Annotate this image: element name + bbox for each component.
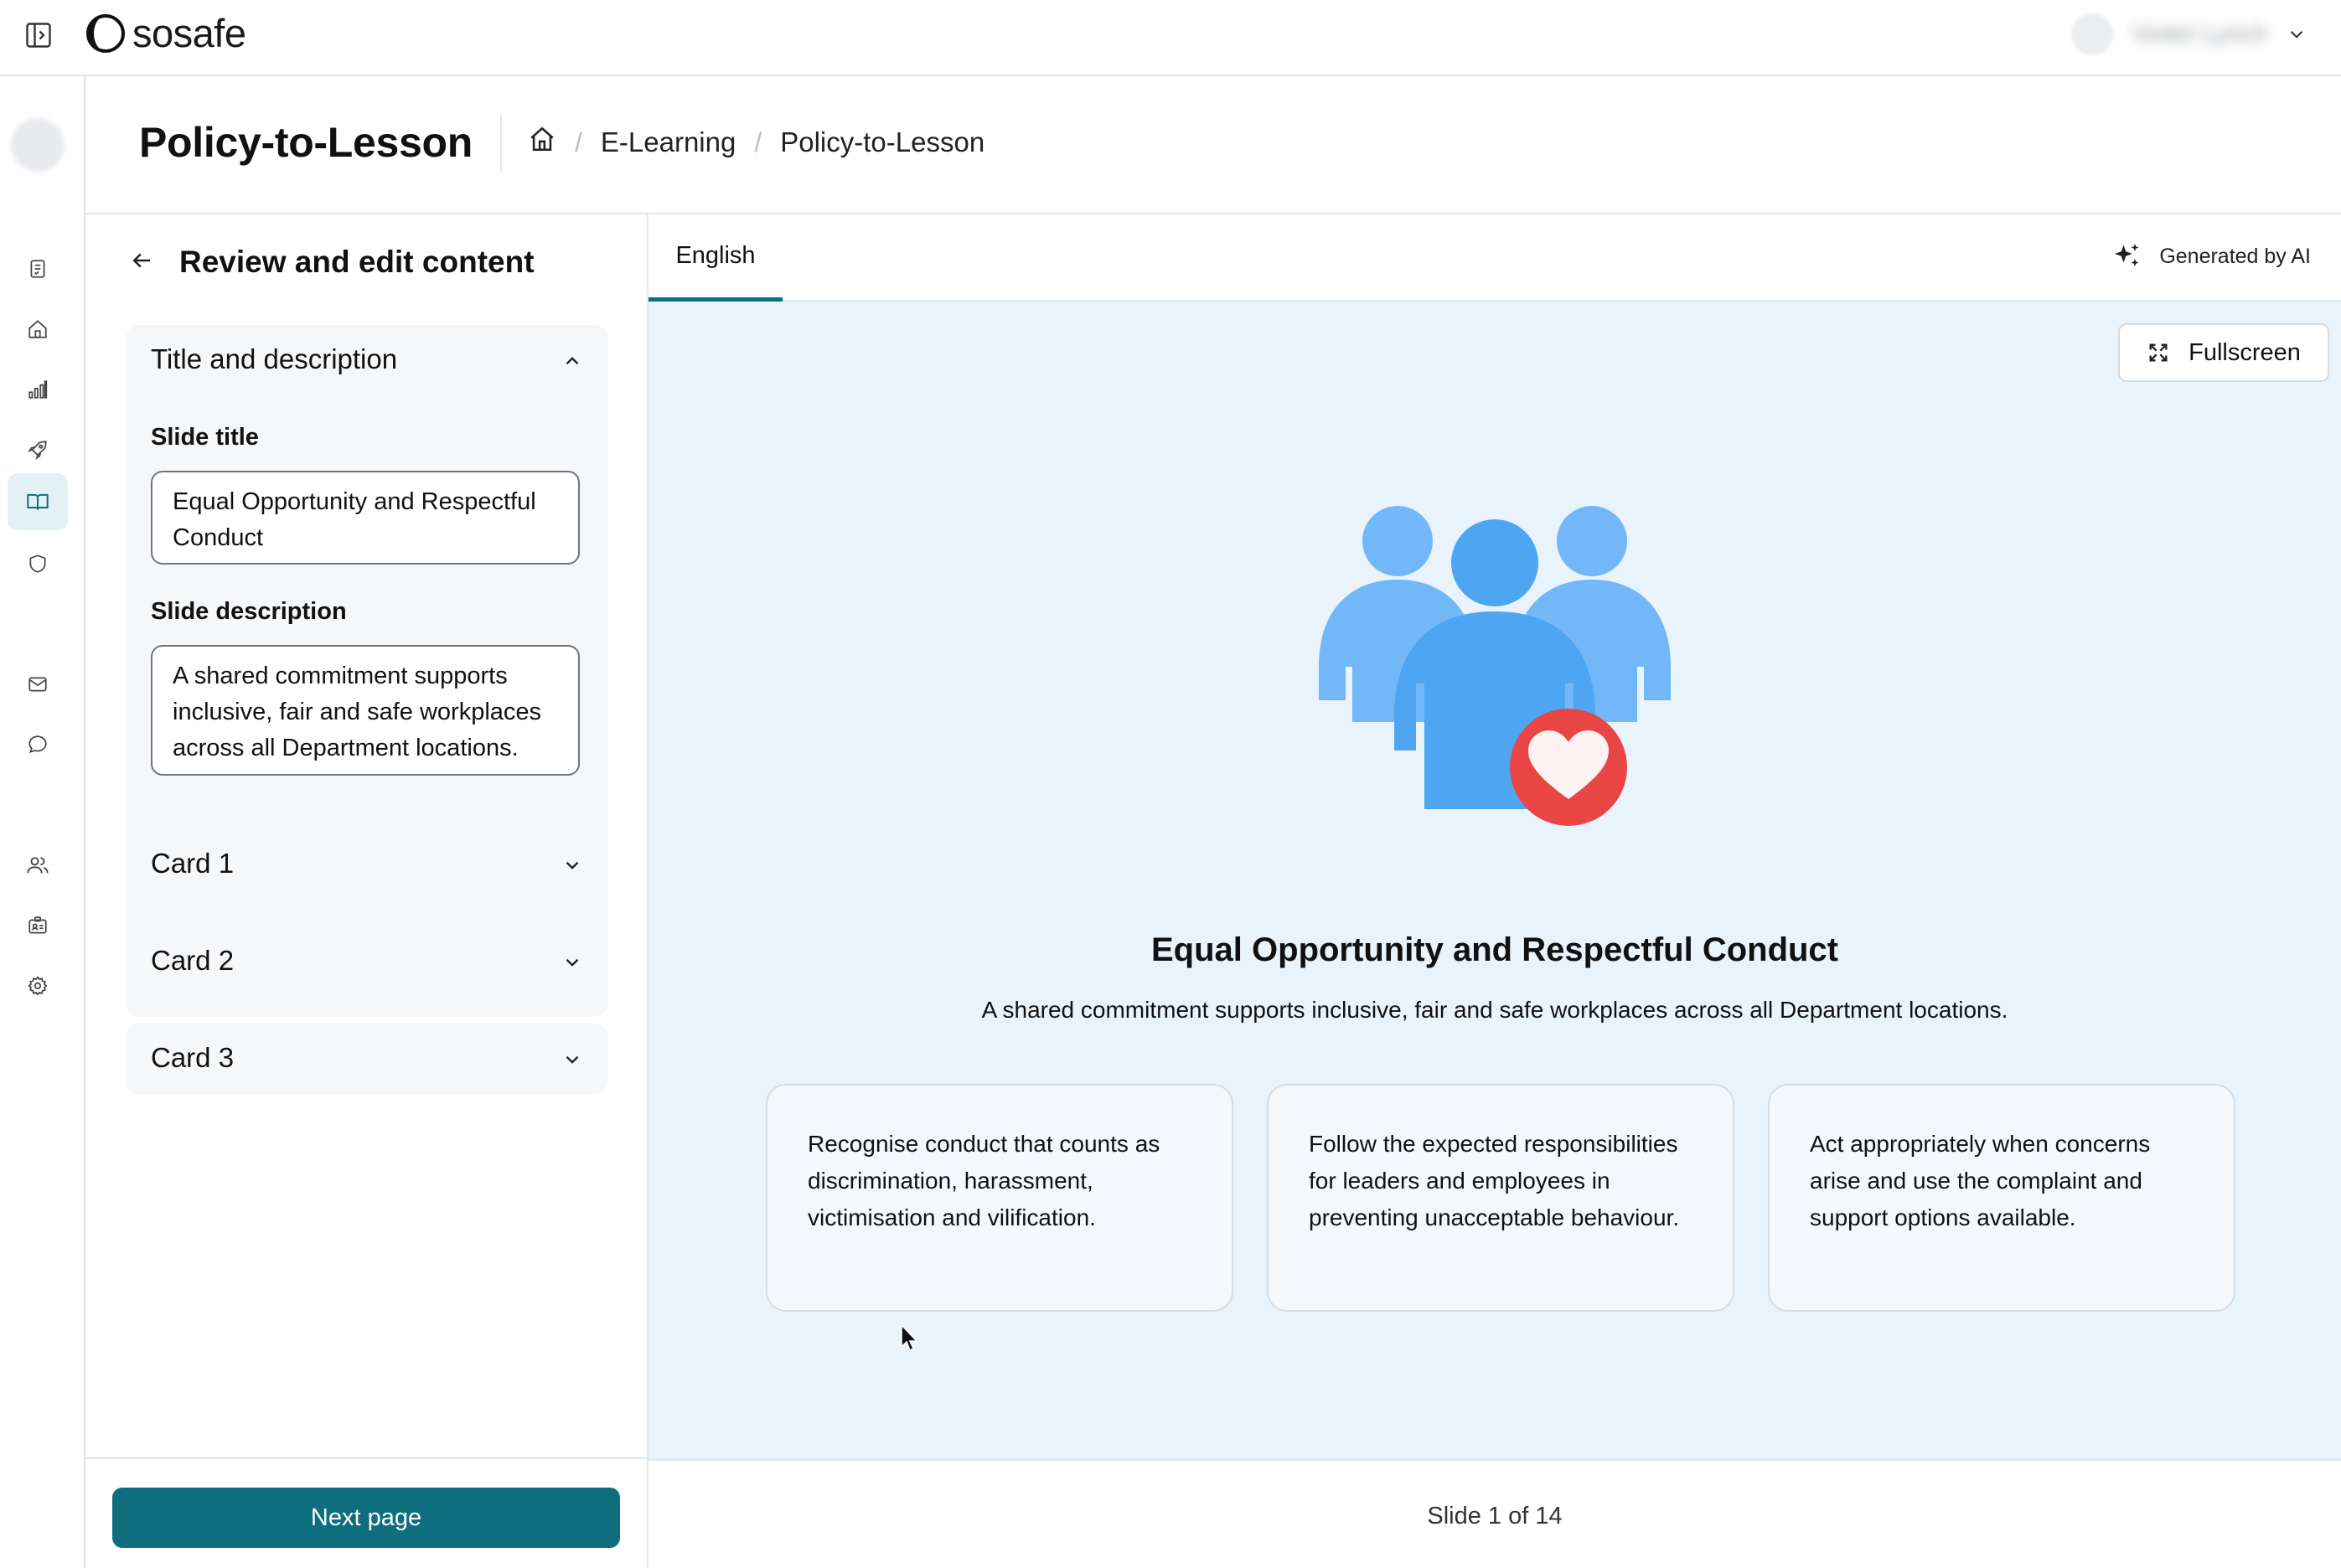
sidebar-item-tasks[interactable] xyxy=(8,240,68,297)
content-card-2: Follow the expected responsibilities for… xyxy=(1267,1084,1734,1312)
header-divider xyxy=(500,115,502,172)
breadcrumb: / E-Learning / Policy-to-Lesson xyxy=(528,125,984,160)
fullscreen-label: Fullscreen xyxy=(2189,338,2301,366)
sidebar-item-elearning[interactable] xyxy=(8,473,68,530)
sidebar-item-users[interactable] xyxy=(8,837,68,894)
chevron-down-icon xyxy=(2290,30,2303,39)
accordion-header: Card 2 xyxy=(151,945,235,976)
expand-button[interactable] xyxy=(561,1049,583,1075)
slide-title: Equal Opportunity and Respectful Conduct xyxy=(1151,931,1838,968)
slide-stage: Fullscreen Equal Opportunity and Respect… xyxy=(649,302,2341,1459)
breadcrumb-current: Policy-to-Lesson xyxy=(780,126,985,157)
sidebar-item-settings[interactable] xyxy=(8,957,68,1014)
user-name: Violet Lynch xyxy=(2132,20,2267,48)
user-menu[interactable]: Violet Lynch xyxy=(2071,13,2307,55)
slide-title-label: Slide title xyxy=(151,424,259,451)
panel-toggle-icon xyxy=(26,23,51,48)
home-icon xyxy=(28,320,47,338)
editor-panel: Review and edit content Title and descri… xyxy=(85,214,649,1568)
language-tabs: English Generated by AI xyxy=(649,214,2341,302)
badge-icon xyxy=(28,916,47,934)
sidebar-toggle-button[interactable] xyxy=(22,18,55,52)
rocket-icon xyxy=(28,441,47,460)
page-header: Policy-to-Lesson / E-Learning / Policy-t… xyxy=(85,76,2341,214)
sidebar-item-directory[interactable] xyxy=(8,897,68,954)
accordion-header: Card 1 xyxy=(151,848,235,879)
tab-english[interactable]: English xyxy=(649,214,783,302)
org-avatar[interactable] xyxy=(11,118,65,172)
mail-icon xyxy=(28,677,47,692)
accordion-header: Card 3 xyxy=(151,1042,235,1073)
shield-icon xyxy=(29,554,46,573)
expand-icon xyxy=(2149,343,2168,362)
brand-name: sosafe xyxy=(132,11,246,55)
home-icon xyxy=(530,126,554,152)
gear-icon xyxy=(28,976,48,996)
fullscreen-button[interactable]: Fullscreen xyxy=(2118,323,2329,382)
slide-description-input[interactable]: A shared commitment supports inclusive, … xyxy=(151,645,580,776)
user-avatar xyxy=(2071,13,2114,55)
accordion-card-2[interactable]: Card 2 xyxy=(126,926,608,997)
slide-counter: Slide 1 of 14 xyxy=(1427,1503,1563,1529)
expand-button[interactable] xyxy=(561,854,583,880)
breadcrumb-elearning[interactable]: E-Learning xyxy=(601,126,736,158)
back-button[interactable] xyxy=(129,248,154,277)
chevron-down-icon xyxy=(566,861,579,869)
slide-description-label: Slide description xyxy=(151,598,347,625)
arrow-left-icon xyxy=(132,253,150,267)
chevron-down-icon xyxy=(566,1055,579,1064)
sidebar-item-home[interactable] xyxy=(8,301,68,358)
sidebar-item-mail[interactable] xyxy=(8,656,68,713)
ai-generated-tag: Generated by AI xyxy=(2112,241,2311,271)
editor-header: Review and edit content xyxy=(129,245,535,280)
users-icon xyxy=(27,857,49,874)
chevron-up-icon xyxy=(566,357,579,365)
top-bar: sosafe Violet Lynch xyxy=(0,0,2341,76)
slide-description: A shared commitment supports inclusive, … xyxy=(981,997,2008,1023)
expand-button[interactable] xyxy=(561,952,583,977)
editor-title: Review and edit content xyxy=(179,245,535,279)
sidebar-item-campaigns[interactable] xyxy=(8,421,68,478)
sosafe-logo-icon xyxy=(86,13,125,53)
accordion-card-3[interactable]: Card 3 xyxy=(126,1024,608,1094)
brand-logo[interactable]: sosafe xyxy=(85,10,246,56)
book-icon xyxy=(27,493,49,510)
mouse-cursor-icon xyxy=(901,1323,918,1352)
collapse-button[interactable] xyxy=(561,350,583,376)
accordion-header[interactable]: Title and description xyxy=(151,343,397,375)
accordion-title-description: Title and description Slide title Equal … xyxy=(126,325,608,1017)
editor-footer: Next page xyxy=(85,1457,647,1568)
preview-panel: English Generated by AI Fullscreen Equal… xyxy=(649,214,2341,1568)
chat-icon xyxy=(28,735,47,754)
preview-footer: Slide 1 of 14 xyxy=(649,1459,2341,1568)
breadcrumb-separator: / xyxy=(575,126,582,157)
next-page-button[interactable]: Next page xyxy=(112,1488,620,1548)
content-card-3: Act appropriately when concerns arise an… xyxy=(1768,1084,2235,1312)
sidebar-item-security[interactable] xyxy=(8,535,68,592)
sidebar-item-analytics[interactable] xyxy=(8,361,68,418)
breadcrumb-home[interactable] xyxy=(528,125,556,160)
analytics-icon xyxy=(28,380,48,399)
page-title: Policy-to-Lesson xyxy=(139,119,473,166)
people-heart-illustration xyxy=(1319,506,1671,826)
breadcrumb-separator: / xyxy=(754,126,762,157)
accordion-card-1[interactable]: Card 1 xyxy=(126,829,608,900)
ai-generated-label: Generated by AI xyxy=(2159,244,2311,268)
sparkles-icon xyxy=(2115,244,2139,266)
sidebar-item-chat[interactable] xyxy=(8,716,68,773)
slide-title-input[interactable]: Equal Opportunity and Respectful Conduct xyxy=(151,471,580,565)
sidebar-nav xyxy=(0,76,85,1568)
chevron-down-icon xyxy=(566,958,579,967)
checklist-icon xyxy=(30,260,45,278)
content-card-1: Recognise conduct that counts as discrim… xyxy=(766,1084,1233,1312)
